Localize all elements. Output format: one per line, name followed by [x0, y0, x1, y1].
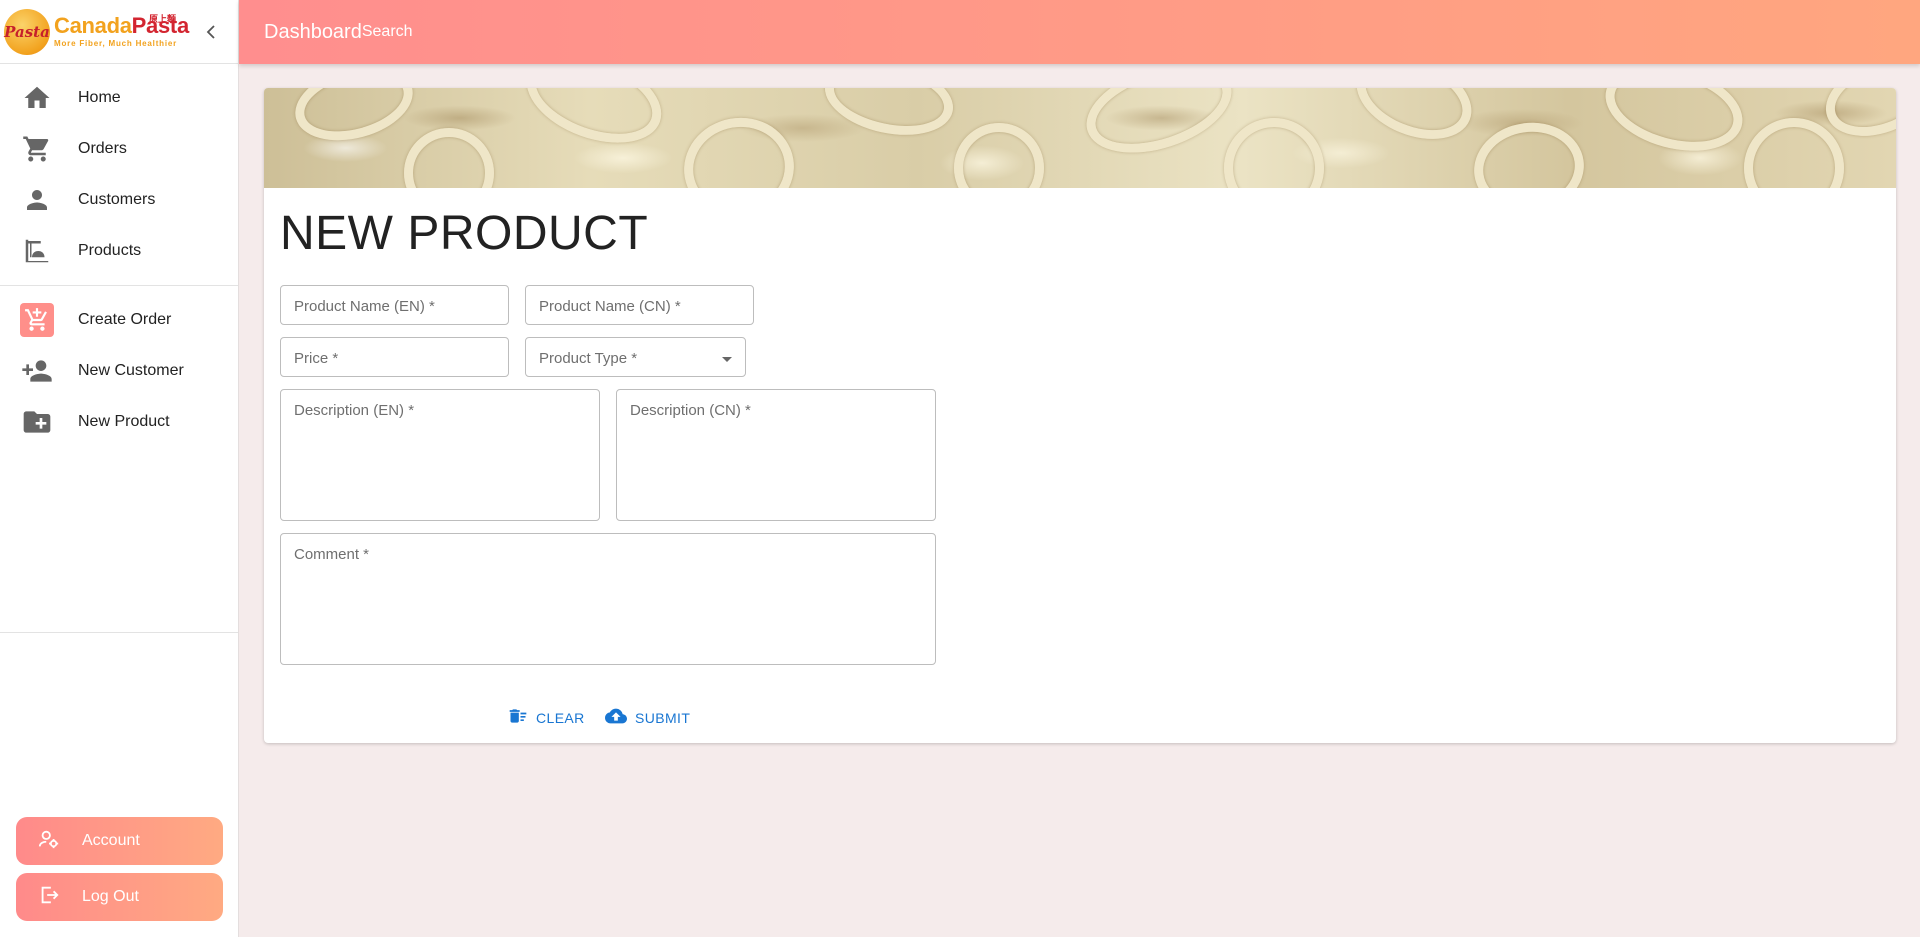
person-icon — [20, 183, 54, 217]
sidebar-item-customers[interactable]: Customers — [0, 174, 238, 225]
sidebar-item-products[interactable]: Products — [0, 225, 238, 276]
add-cart-icon — [20, 302, 54, 337]
home-icon — [20, 81, 54, 115]
sidebar-item-label: New Customer — [78, 361, 184, 379]
sidebar-item-home[interactable]: Home — [0, 72, 238, 123]
description-cn-label: Description (CN) * — [630, 402, 751, 419]
clear-button[interactable]: CLEAR — [508, 702, 585, 734]
sidebar-item-label: Products — [78, 241, 142, 259]
search-link[interactable]: Search — [362, 23, 413, 41]
price-label: Price * — [294, 350, 339, 367]
account-label: Account — [82, 832, 140, 849]
sidebar-item-new-customer[interactable]: New Customer — [0, 345, 238, 396]
folder-add-icon — [20, 405, 54, 439]
comment-label: Comment * — [294, 546, 370, 563]
price-field[interactable]: Price * — [280, 337, 509, 377]
page-title: NEW PRODUCT — [280, 207, 649, 260]
description-en-label: Description (EN) * — [294, 402, 415, 419]
sidebar-item-label: Orders — [78, 139, 127, 157]
cart-icon — [20, 132, 54, 166]
submit-button[interactable]: SUBMIT — [605, 702, 690, 734]
logo-chinese-text: 原上麵 — [149, 15, 177, 25]
products-icon — [20, 234, 54, 268]
product-type-select[interactable]: Product Type * — [525, 337, 746, 377]
dropdown-arrow-icon — [722, 357, 732, 362]
description-cn-field[interactable]: Description (CN) * — [616, 389, 936, 521]
logout-button[interactable]: Log Out — [16, 873, 223, 921]
new-product-card: NEW PRODUCT Product Name (EN) * Product … — [264, 88, 1896, 743]
sidebar: Pasta CanadaPasta More Fiber, Much Healt… — [0, 0, 239, 937]
pasta-banner-image — [264, 88, 1896, 188]
comment-field[interactable]: Comment * — [280, 533, 936, 665]
chevron-left-icon — [206, 25, 215, 39]
clear-label: CLEAR — [536, 710, 585, 726]
cloud-upload-icon — [605, 705, 627, 731]
sidebar-item-label: Create Order — [78, 310, 172, 328]
page-header-title: Dashboard — [264, 20, 362, 43]
logout-icon — [38, 884, 60, 910]
sidebar-item-create-order[interactable]: Create Order — [0, 294, 238, 345]
sidebar-item-orders[interactable]: Orders — [0, 123, 238, 174]
top-app-bar: Dashboard Search — [239, 0, 1920, 64]
product-name-en-label: Product Name (EN) * — [294, 298, 435, 315]
product-name-cn-field[interactable]: Product Name (CN) * — [525, 285, 754, 325]
description-en-field[interactable]: Description (EN) * — [280, 389, 600, 521]
logo-name-part1: Canada — [54, 13, 132, 38]
sidebar-item-new-product[interactable]: New Product — [0, 396, 238, 447]
product-name-en-field[interactable]: Product Name (EN) * — [280, 285, 509, 325]
account-button[interactable]: Account — [16, 817, 223, 865]
logo[interactable]: Pasta CanadaPasta More Fiber, Much Healt… — [0, 0, 238, 64]
sidebar-item-label: Home — [78, 88, 121, 106]
logo-badge: Pasta — [4, 8, 50, 55]
action-nav: Create Order New Customer New Product — [0, 286, 238, 633]
logo-tagline: More Fiber, Much Healthier — [54, 39, 178, 48]
product-type-label: Product Type * — [539, 350, 638, 367]
clear-all-icon — [508, 706, 528, 730]
product-name-cn-label: Product Name (CN) * — [539, 298, 681, 315]
manage-account-icon — [38, 828, 60, 854]
sidebar-item-label: Customers — [78, 190, 156, 208]
main-nav: Home Orders Customers Products — [0, 64, 238, 286]
collapse-sidebar-button[interactable] — [202, 20, 220, 44]
sidebar-item-label: New Product — [78, 412, 170, 430]
logout-label: Log Out — [82, 888, 139, 905]
person-add-icon — [20, 354, 54, 388]
submit-label: SUBMIT — [635, 710, 691, 726]
